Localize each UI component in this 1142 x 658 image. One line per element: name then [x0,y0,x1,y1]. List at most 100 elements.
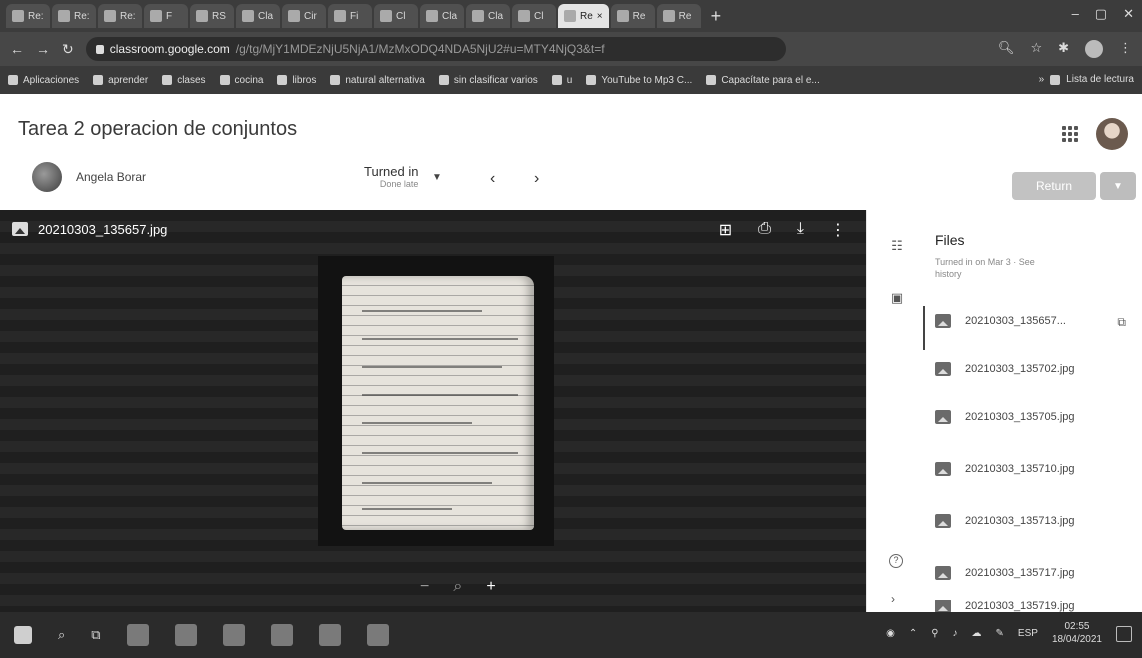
minimize-icon[interactable]: – [1072,6,1079,22]
submitted-photo [318,256,554,546]
bookmark-label: YouTube to Mp3 C... [601,74,693,86]
browser-tab[interactable]: Cla [236,4,280,28]
bookmark-folder[interactable]: aprender [93,75,148,86]
file-item[interactable]: 20210303_135719.jpg [935,600,1075,612]
bookmark-label: libros [292,74,317,86]
browser-tab[interactable]: Fi [328,4,372,28]
browser-menu-icon[interactable]: ⋮ [1119,40,1132,58]
browser-tab[interactable]: Re [656,4,701,28]
taskbar-app-icon[interactable] [366,624,389,646]
bookmark-folder[interactable]: libros [277,75,316,86]
bookmark-link[interactable]: YouTube to Mp3 C... [586,75,692,86]
new-tab-button[interactable]: + [703,6,730,27]
browser-tab[interactable]: RS [190,4,234,28]
viewer-toolbar: ⊞ ⎙ ⤓ ⋮ [719,220,846,240]
zoom-out-button[interactable]: − [420,578,429,596]
file-name: 20210303_135657... [965,315,1066,327]
show-hidden-icons-icon[interactable]: ⌃ [909,628,917,639]
reading-list-button[interactable]: » Lista de lectura [1039,74,1134,85]
tab-favicon-icon [334,10,346,22]
file-item[interactable]: 20210303_135702.jpg [935,354,1075,384]
reload-icon[interactable]: ↻ [62,41,74,58]
window-close-icon[interactable]: ✕ [1123,6,1134,22]
file-name: 20210303_135717.jpg [965,567,1075,579]
google-apps-icon[interactable] [1062,126,1078,142]
more-options-icon[interactable]: ⋮ [830,220,846,240]
print-icon[interactable]: ⎙ [758,220,771,240]
browser-tab[interactable]: F [144,4,188,28]
close-icon[interactable]: × [597,11,603,22]
network-icon[interactable]: ⚲ [931,628,938,639]
taskbar-app-icon[interactable] [318,624,341,646]
taskbar-app-icon[interactable] [126,624,149,646]
pen-icon[interactable]: ✎ [996,628,1004,639]
zoom-in-button[interactable]: + [486,578,495,596]
url-domain: classroom.google.com [109,42,230,56]
download-icon[interactable]: ⤓ [797,220,804,240]
tab-label: Cir [304,10,317,22]
browser-tab[interactable]: Cir [282,4,326,28]
zoom-icon[interactable]: 🔍︎ [998,40,1015,58]
browser-tab[interactable]: Cla [466,4,510,28]
previous-student-icon[interactable]: ‹ [490,170,495,188]
student-selector[interactable]: Angela Borar [32,162,146,192]
return-options-chevron-down-icon[interactable]: ▼ [1100,172,1136,200]
browser-tab[interactable]: Re: [98,4,142,28]
submission-status: Turned in Done late [364,164,418,189]
star-icon[interactable]: ☆ [1030,40,1042,58]
account-avatar[interactable] [1096,118,1128,150]
bookmark-folder[interactable]: sin clasificar varios [438,75,538,86]
extensions-icon[interactable]: ✱ [1058,40,1069,58]
chrome-tray-icon[interactable]: ◉ [886,628,895,639]
volume-icon[interactable]: ♪ [953,628,958,639]
open-in-new-icon[interactable]: ⧉ [1117,315,1126,330]
expand-panel-icon[interactable]: › [891,592,895,606]
return-button[interactable]: Return [1012,172,1096,200]
status-dropdown-icon[interactable]: ▼ [432,172,442,183]
language-indicator[interactable]: ESP [1018,628,1038,639]
browser-tab[interactable]: Re: [6,4,50,28]
image-file-icon [12,222,28,236]
browser-tab[interactable]: Cl [374,4,418,28]
grading-icon[interactable]: ☷ [889,238,905,254]
bookmark-apps[interactable]: Aplicaciones [8,75,79,86]
profile-icon[interactable] [1085,40,1103,58]
bookmark-folder[interactable]: natural alternativa [330,75,425,86]
tab-label: Re: [74,10,90,22]
file-item[interactable]: 20210303_135713.jpg [935,506,1075,536]
browser-tab[interactable]: Re: [52,4,96,28]
search-icon[interactable]: ⌕ [58,627,65,643]
browser-tab[interactable]: Cl [512,4,556,28]
browser-tab[interactable]: Re [610,4,655,28]
add-comment-icon[interactable]: ⊞ [719,220,732,240]
windows-start-icon[interactable] [14,626,32,644]
taskbar-app-icon[interactable] [270,624,293,646]
file-explorer-icon[interactable] [222,624,245,646]
bookmark-folder[interactable]: u [551,75,572,86]
forward-icon[interactable]: → [36,41,50,57]
tab-favicon-icon [472,10,484,22]
onedrive-icon[interactable]: ☁ [972,628,982,639]
image-file-icon [935,566,951,580]
file-name: 20210303_135710.jpg [965,463,1075,475]
bookmark-link[interactable]: Capacítate para el e... [706,75,820,86]
task-view-icon[interactable]: ⧉ [91,627,100,643]
file-item[interactable]: 20210303_135717.jpg [935,558,1075,588]
url-field[interactable]: classroom.google.com /g/tg/MjY1MDEzNjU5N… [85,37,786,61]
bookmark-folder[interactable]: clases [162,75,206,86]
file-item[interactable]: 20210303_135705.jpg [935,402,1075,432]
maximize-icon[interactable]: ▢ [1095,6,1107,22]
bookmark-folder[interactable]: cocina [219,75,263,86]
file-item-selected[interactable]: 20210303_135657... [935,306,1066,336]
browser-tab[interactable]: Cla [420,4,464,28]
file-item[interactable]: 20210303_135710.jpg [935,454,1075,484]
files-tab-icon[interactable]: ▣ [889,290,905,306]
clock[interactable]: 02:55 18/04/2021 [1052,620,1102,646]
system-tray: ◉ ⌃ ⚲ ♪ ☁ ✎ ESP 02:55 18/04/2021 [886,620,1102,646]
browser-tab-active[interactable]: Re × [558,4,609,28]
back-icon[interactable]: ← [10,41,24,57]
notifications-icon[interactable] [1116,626,1132,642]
next-student-icon[interactable]: › [534,170,539,188]
taskbar-app-icon[interactable] [174,624,197,646]
help-icon[interactable]: ? [889,554,903,568]
